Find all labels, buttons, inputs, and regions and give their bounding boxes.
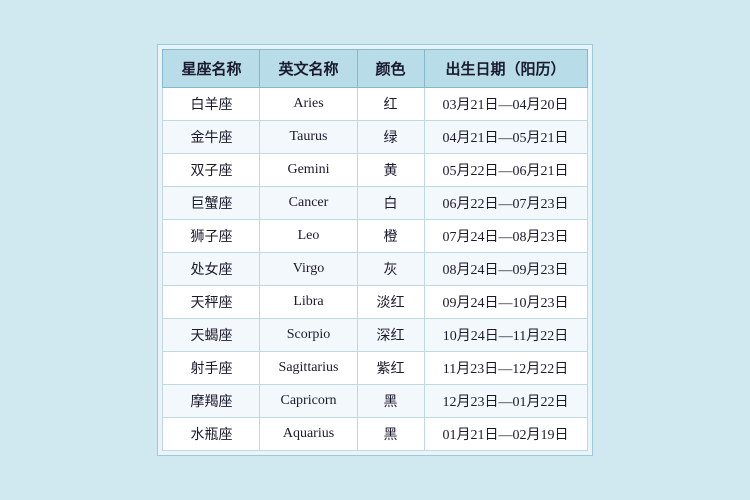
- table-row: 金牛座Taurus绿04月21日—05月21日: [163, 121, 587, 154]
- cell-row1-col1: Taurus: [260, 121, 357, 154]
- cell-row8-col3: 11月23日—12月22日: [424, 352, 587, 385]
- cell-row5-col0: 处女座: [163, 253, 260, 286]
- cell-row9-col3: 12月23日—01月22日: [424, 385, 587, 418]
- table-header-row: 星座名称 英文名称 颜色 出生日期（阳历）: [163, 50, 587, 88]
- cell-row9-col0: 摩羯座: [163, 385, 260, 418]
- cell-row10-col1: Aquarius: [260, 418, 357, 451]
- cell-row5-col2: 灰: [357, 253, 424, 286]
- cell-row7-col3: 10月24日—11月22日: [424, 319, 587, 352]
- zodiac-table-container: 星座名称 英文名称 颜色 出生日期（阳历） 白羊座Aries红03月21日—04…: [157, 44, 592, 456]
- table-row: 处女座Virgo灰08月24日—09月23日: [163, 253, 587, 286]
- cell-row2-col3: 05月22日—06月21日: [424, 154, 587, 187]
- cell-row7-col1: Scorpio: [260, 319, 357, 352]
- col-header-chinese: 星座名称: [163, 50, 260, 88]
- cell-row2-col0: 双子座: [163, 154, 260, 187]
- cell-row0-col2: 红: [357, 88, 424, 121]
- cell-row9-col1: Capricorn: [260, 385, 357, 418]
- cell-row10-col0: 水瓶座: [163, 418, 260, 451]
- cell-row0-col3: 03月21日—04月20日: [424, 88, 587, 121]
- table-row: 狮子座Leo橙07月24日—08月23日: [163, 220, 587, 253]
- cell-row3-col3: 06月22日—07月23日: [424, 187, 587, 220]
- cell-row7-col0: 天蝎座: [163, 319, 260, 352]
- cell-row0-col1: Aries: [260, 88, 357, 121]
- table-row: 摩羯座Capricorn黑12月23日—01月22日: [163, 385, 587, 418]
- table-row: 巨蟹座Cancer白06月22日—07月23日: [163, 187, 587, 220]
- cell-row4-col1: Leo: [260, 220, 357, 253]
- cell-row7-col2: 深红: [357, 319, 424, 352]
- table-row: 射手座Sagittarius紫红11月23日—12月22日: [163, 352, 587, 385]
- col-header-dates: 出生日期（阳历）: [424, 50, 587, 88]
- cell-row4-col0: 狮子座: [163, 220, 260, 253]
- cell-row6-col3: 09月24日—10月23日: [424, 286, 587, 319]
- cell-row8-col1: Sagittarius: [260, 352, 357, 385]
- cell-row3-col0: 巨蟹座: [163, 187, 260, 220]
- col-header-english: 英文名称: [260, 50, 357, 88]
- cell-row10-col2: 黑: [357, 418, 424, 451]
- cell-row5-col1: Virgo: [260, 253, 357, 286]
- cell-row0-col0: 白羊座: [163, 88, 260, 121]
- cell-row9-col2: 黑: [357, 385, 424, 418]
- cell-row5-col3: 08月24日—09月23日: [424, 253, 587, 286]
- table-row: 天蝎座Scorpio深红10月24日—11月22日: [163, 319, 587, 352]
- cell-row1-col3: 04月21日—05月21日: [424, 121, 587, 154]
- cell-row6-col0: 天秤座: [163, 286, 260, 319]
- cell-row2-col2: 黄: [357, 154, 424, 187]
- zodiac-table: 星座名称 英文名称 颜色 出生日期（阳历） 白羊座Aries红03月21日—04…: [162, 49, 587, 451]
- table-row: 水瓶座Aquarius黑01月21日—02月19日: [163, 418, 587, 451]
- cell-row3-col1: Cancer: [260, 187, 357, 220]
- table-row: 天秤座Libra淡红09月24日—10月23日: [163, 286, 587, 319]
- cell-row6-col2: 淡红: [357, 286, 424, 319]
- cell-row6-col1: Libra: [260, 286, 357, 319]
- cell-row8-col0: 射手座: [163, 352, 260, 385]
- cell-row4-col2: 橙: [357, 220, 424, 253]
- cell-row1-col2: 绿: [357, 121, 424, 154]
- cell-row10-col3: 01月21日—02月19日: [424, 418, 587, 451]
- cell-row2-col1: Gemini: [260, 154, 357, 187]
- col-header-color: 颜色: [357, 50, 424, 88]
- cell-row3-col2: 白: [357, 187, 424, 220]
- cell-row4-col3: 07月24日—08月23日: [424, 220, 587, 253]
- table-row: 白羊座Aries红03月21日—04月20日: [163, 88, 587, 121]
- cell-row1-col0: 金牛座: [163, 121, 260, 154]
- cell-row8-col2: 紫红: [357, 352, 424, 385]
- table-row: 双子座Gemini黄05月22日—06月21日: [163, 154, 587, 187]
